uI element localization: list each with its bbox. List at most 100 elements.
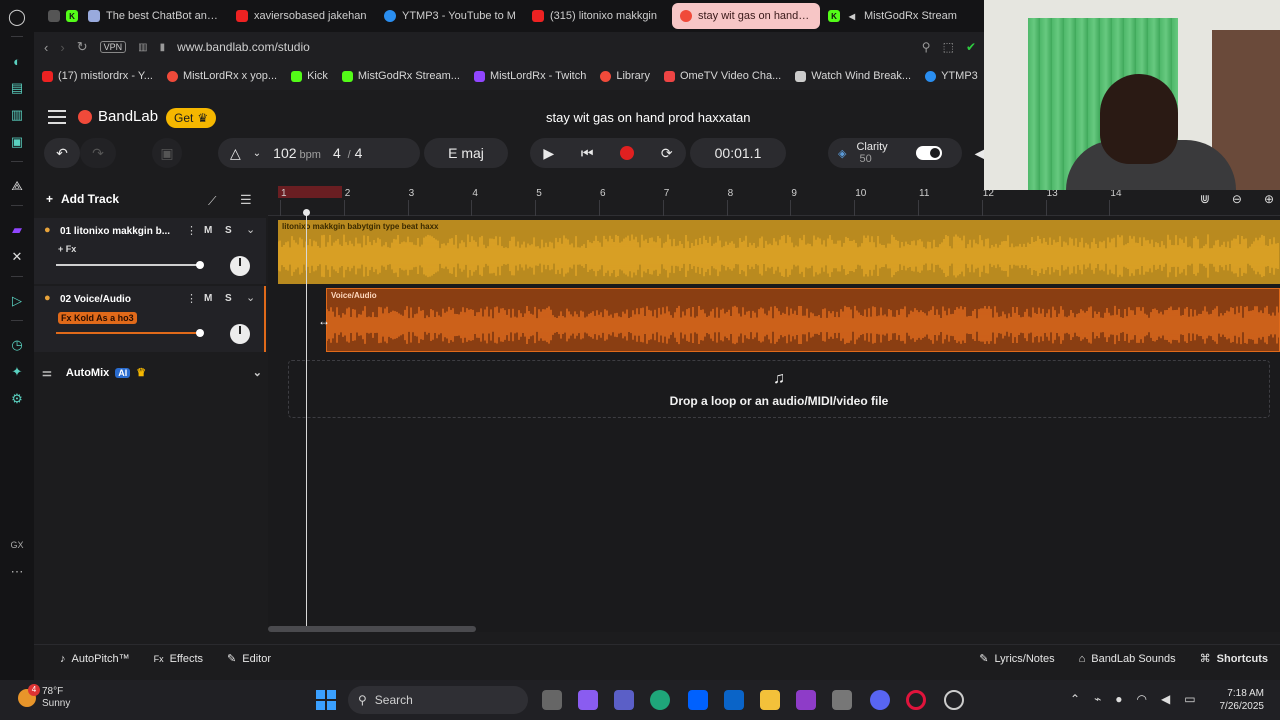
track-name[interactable]: 02 Voice/Audio (60, 294, 180, 305)
gx-icon[interactable]: GX (6, 534, 28, 556)
back-icon[interactable]: ‹ (44, 40, 48, 55)
discord-icon[interactable] (870, 690, 890, 710)
mute-button[interactable]: M (204, 293, 212, 304)
solo-button[interactable]: S (225, 225, 232, 236)
bandlab-logo[interactable]: BandLab (78, 108, 158, 125)
zoom-in-icon[interactable]: ⊕ (1264, 192, 1274, 206)
add-track-button[interactable]: + Add Track (46, 192, 119, 206)
url-field[interactable]: www.bandlab.com/studio (177, 40, 310, 54)
extensions-icon[interactable]: ✦ (6, 361, 28, 383)
clarity-text[interactable]: Clarity 50 (856, 141, 887, 165)
tab-youtube-litonixo[interactable]: (315) litonixo makkgin (524, 3, 672, 29)
app-icon[interactable] (944, 690, 964, 710)
pan-knob[interactable] (230, 324, 250, 344)
camera-icon[interactable] (832, 690, 852, 710)
add-fx-button[interactable]: + Fx (58, 244, 76, 254)
opera-icon[interactable]: ◯ (6, 6, 28, 28)
pin-icon[interactable]: ⚲ (922, 40, 931, 54)
ruler[interactable]: 1 2 3 4 5 6 7 8 9 10 11 12 13 14 (268, 186, 1280, 216)
volume-slider[interactable] (56, 329, 204, 337)
position-display[interactable]: 00:01.1 (690, 138, 786, 168)
menu-icon[interactable] (48, 110, 66, 124)
bookmark[interactable]: Library (600, 70, 650, 82)
volume-slider[interactable] (56, 261, 204, 269)
twitch-sidebar-icon[interactable]: ▰ (6, 219, 28, 241)
track-1[interactable]: ● 01 litonixo makkgin b... ⋮ M S ⌄ + Fx (34, 218, 266, 284)
play-button[interactable]: ▶ (543, 145, 554, 162)
clock[interactable]: 7:18 AM 7/26/2025 (1220, 687, 1265, 713)
bookmark[interactable]: MistLordRx - Twitch (473, 70, 586, 82)
opera-gx-icon[interactable] (906, 690, 926, 710)
battery-icon[interactable]: ▭ (1184, 692, 1195, 706)
playhead[interactable] (303, 209, 310, 632)
get-membership-button[interactable]: Get ♛ (166, 108, 217, 128)
skip-back-button[interactable]: ⏮ (581, 145, 594, 162)
more-icon[interactable]: ⋯ (6, 561, 28, 583)
slider-knob[interactable] (196, 261, 204, 269)
outlook-icon[interactable] (724, 690, 744, 710)
horizontal-scrollbar[interactable] (268, 626, 476, 632)
clarity-toggle[interactable] (915, 146, 942, 160)
audio-clip-voice[interactable]: Voice/Audio (326, 288, 1280, 352)
bookmark[interactable]: MistGodRx Stream... (341, 70, 460, 82)
loop-button[interactable]: ⟳ (661, 145, 673, 162)
tab-youtube-xavier[interactable]: xaviersobased jakehan (228, 3, 376, 29)
editor-button[interactable]: ✎ Editor (215, 652, 283, 666)
mixer-icon[interactable]: ☰ (240, 192, 252, 208)
redo-button[interactable]: ↷ (80, 138, 116, 168)
pan-knob[interactable] (230, 256, 250, 276)
tab-kick[interactable]: K ◀ MistGodRx Stream (820, 3, 968, 29)
solo-button[interactable]: S (225, 293, 232, 304)
bookmark[interactable]: (17) mistlordrx - Y... (42, 70, 153, 82)
chevron-down-icon[interactable]: ⌄ (246, 291, 255, 304)
audio-clip-beat[interactable]: litonixo makkgin babytgin type beat haxx (278, 220, 1280, 284)
tab-workspace[interactable]: K (40, 3, 80, 29)
effects-button[interactable]: Fx Effects (142, 653, 215, 665)
loop-region[interactable] (278, 186, 342, 198)
reload-icon[interactable]: ↻ (77, 39, 88, 55)
teams-icon[interactable] (614, 690, 634, 710)
key-selector[interactable]: E maj (424, 138, 508, 168)
copilot-icon[interactable] (578, 690, 598, 710)
task-view-icon[interactable] (542, 690, 562, 710)
file-explorer-icon[interactable] (760, 690, 780, 710)
bookmark[interactable]: Watch Wind Break... (795, 70, 911, 82)
automation-icon[interactable]: ⟋ (208, 194, 216, 209)
chevron-down-icon[interactable]: ⌄ (246, 223, 255, 236)
metronome-icon[interactable]: △ (230, 145, 241, 162)
history-icon[interactable]: ◷ (6, 334, 28, 356)
reader-icon[interactable]: ▥ (138, 42, 147, 53)
magnet-icon[interactable]: ⋓ (1200, 192, 1210, 206)
automix-row[interactable]: ⚌ AutoMix AI ♛ ⌄ (42, 366, 262, 380)
record-button[interactable] (620, 146, 635, 160)
volume-icon[interactable]: ◀ (1161, 692, 1170, 706)
settings-icon[interactable]: ⚙ (6, 388, 28, 410)
project-title[interactable]: stay wit gas on hand prod haxxatan (546, 110, 751, 125)
more-options-icon[interactable]: ⋮ (186, 224, 197, 237)
tab-chatbot[interactable]: The best ChatBot and V (80, 3, 228, 29)
bookmark[interactable]: MistLordRx x yop... (166, 70, 277, 82)
chevron-up-icon[interactable]: ⌃ (1070, 692, 1080, 706)
lock-icon[interactable]: ▮ (160, 42, 166, 53)
tab-bandlab[interactable]: stay wit gas on hand pro (672, 3, 820, 29)
edge-icon[interactable] (650, 690, 670, 710)
chevron-down-icon[interactable]: ⌄ (253, 148, 261, 159)
video-editor-icon[interactable] (796, 690, 816, 710)
lyrics-button[interactable]: ✎ Lyrics/Notes (967, 652, 1066, 666)
fx-preset-badge[interactable]: Fx Kold As a ho3 (58, 312, 137, 324)
bookmark[interactable]: Kick (291, 70, 328, 82)
x-sidebar-icon[interactable]: ✕ (6, 246, 28, 268)
weather-widget[interactable]: 78°F Sunny (18, 686, 70, 710)
slider-knob[interactable] (196, 329, 204, 337)
player-icon[interactable]: ▷ (6, 290, 28, 312)
aria-icon[interactable]: ◐ (6, 50, 28, 72)
track-2[interactable]: ● 02 Voice/Audio ⋮ M S ⌄ Fx Kold As a ho… (34, 286, 266, 352)
mic-icon[interactable]: ● (1115, 692, 1122, 706)
tab-ytmp3[interactable]: YTMP3 - YouTube to M (376, 3, 524, 29)
taskbar-search[interactable]: ⚲ Search (348, 686, 528, 714)
wifi-icon[interactable]: ◠ (1137, 692, 1147, 706)
shield-icon[interactable]: ✔ (966, 40, 976, 54)
tempo-display[interactable]: 102 bpm (273, 145, 321, 161)
track-name[interactable]: 01 litonixo makkgin b... (60, 226, 180, 237)
shortcuts-button[interactable]: ⌘ Shortcuts (1188, 652, 1280, 666)
